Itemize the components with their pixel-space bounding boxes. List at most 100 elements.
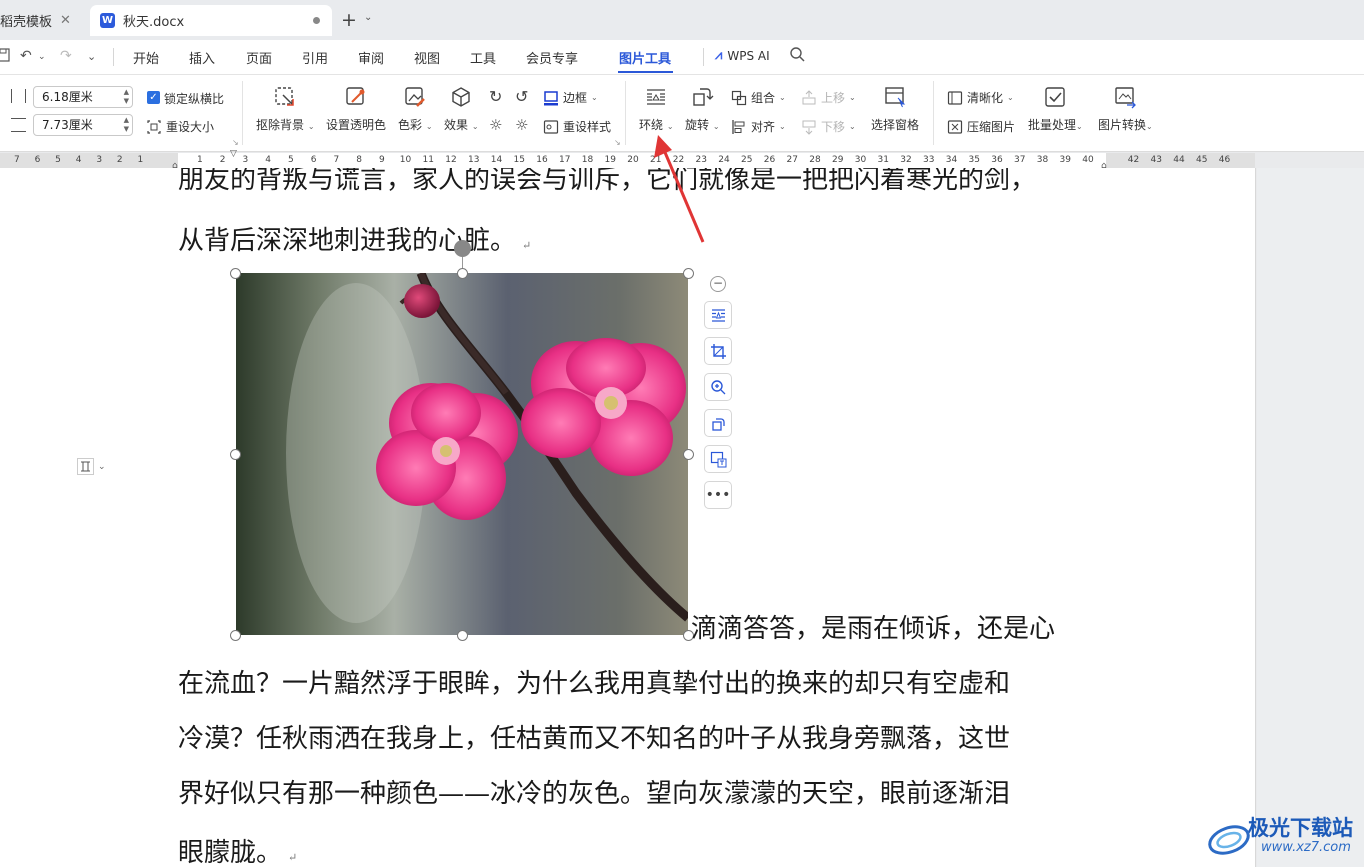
unsaved-dot-icon[interactable]	[313, 17, 320, 24]
more-options-button[interactable]: •••	[704, 481, 732, 509]
sharpen-button[interactable]: 清晰化 ⌄	[947, 89, 1014, 106]
reset-size-button[interactable]: 重设大小	[146, 118, 214, 135]
resize-handle[interactable]	[230, 630, 241, 641]
layout-options-button[interactable]	[704, 301, 732, 329]
menu-review[interactable]: 审阅	[358, 48, 384, 67]
sharpen-icon	[947, 90, 963, 105]
paragraph-mark-icon: ↵	[288, 851, 298, 864]
ruler-number: 3	[242, 155, 249, 165]
save-icon[interactable]	[0, 48, 10, 66]
document-page[interactable]: 朋友的背叛与谎言，家人的误会与训斥，它们就像是一把把闪着寒光的剑， 从背后深深地…	[0, 168, 1256, 867]
ruler-number: 19	[604, 155, 616, 165]
ruler-number: 16	[536, 155, 548, 165]
resize-handle[interactable]	[457, 268, 468, 279]
menu-picture-tools[interactable]: 图片工具	[619, 48, 671, 67]
paragraph-line: 在流血？一片黯然浮于眼眸，为什么我用真挚付出的换来的却只有空虚和	[178, 669, 1011, 699]
border-button[interactable]: 边框 ⌄	[543, 89, 598, 106]
selected-picture[interactable]	[236, 273, 688, 635]
menu-page[interactable]: 页面	[246, 48, 272, 67]
tab-label: 秋天.docx	[123, 15, 185, 30]
align-button[interactable]: 对齐 ⌄	[731, 118, 786, 135]
ruler-left-numbers: 7 6 5 4 3 2 1	[14, 155, 144, 165]
brightness-down-icon[interactable]: ☼	[489, 116, 502, 134]
wrap-text-button[interactable]: 环绕 ⌄	[639, 85, 674, 133]
new-tab-button[interactable]: +	[341, 10, 357, 30]
ruler-number: 7	[333, 155, 340, 165]
width-field[interactable]: 6.18厘米 ▲ ▼	[33, 86, 133, 108]
batch-process-button[interactable]: 批量处理⌄	[1028, 85, 1083, 133]
ruler-number: 44	[1173, 155, 1185, 165]
wps-ai-button[interactable]: ⩘ WPS AI	[715, 48, 770, 63]
group-button[interactable]: 组合 ⌄	[731, 89, 786, 106]
spinner-icon[interactable]: ▲ ▼	[124, 88, 129, 106]
resize-handle[interactable]	[683, 449, 694, 460]
send-backward-button[interactable]: 下移 ⌄	[801, 118, 856, 135]
resize-handle[interactable]	[683, 268, 694, 279]
dialog-launcher-icon[interactable]: ↘	[232, 138, 239, 147]
height-field[interactable]: 7.73厘米 ▲ ▼	[33, 114, 133, 136]
first-line-indent-marker[interactable]: ▽	[230, 149, 237, 159]
contrast-down-icon[interactable]: ☼	[515, 116, 528, 134]
zoom-preview-button[interactable]	[704, 373, 732, 401]
resize-handle[interactable]	[457, 630, 468, 641]
ruler-number: 25	[741, 155, 753, 165]
tab-docer-templates[interactable]: 稻壳模板 ✕	[0, 5, 86, 36]
divider	[242, 81, 243, 145]
dialog-launcher-icon[interactable]: ↘	[614, 138, 621, 147]
effects-button[interactable]: 效果 ⌄	[444, 85, 479, 133]
compress-button[interactable]: 压缩图片	[947, 118, 1015, 135]
menu-references[interactable]: 引用	[302, 48, 328, 67]
rotate-icon	[711, 417, 725, 431]
paragraph-line: 从背后深深地刺进我的心脏。 ↵	[178, 226, 532, 256]
ruler-number: 13	[468, 155, 480, 165]
reset-style-button[interactable]: 重设样式	[543, 118, 611, 135]
collapse-toolbar-button[interactable]: −	[710, 276, 726, 292]
selection-pane-button[interactable]: 选择窗格	[871, 85, 919, 133]
lock-ratio-checkbox[interactable]: ✓	[147, 91, 160, 104]
more-chevron-icon[interactable]: ⌄	[87, 50, 96, 63]
tab-label: 稻壳模板	[0, 15, 53, 30]
width-icon	[11, 89, 26, 103]
picture-convert-button[interactable]: 图片转换⌄	[1098, 85, 1153, 133]
chevron-down-icon[interactable]: ⌄	[38, 52, 46, 62]
remove-background-button[interactable]: 抠除背景 ⌄	[256, 85, 315, 133]
paragraph-line: 冷漠？任秋雨洒在我身上，任枯黄而又不知名的叶子从我身旁飘落，这世	[178, 724, 1011, 754]
picture-tools-ribbon: 6.18厘米 ▲ ▼ 7.73厘米 ▲ ▼ ✓ 锁定纵横比 重设大小 ↘ 抠除背景 …	[0, 74, 1364, 152]
color-button[interactable]: 色彩 ⌄	[398, 85, 433, 133]
contrast-up-icon[interactable]: ↺	[515, 87, 528, 106]
menu-home[interactable]: 开始	[133, 48, 159, 67]
horizontal-ruler[interactable]: 7 6 5 4 3 2 1 1 2 3 4 5 6 7 8 9 10 11 12 13 14 15 16 17 1…	[0, 149, 1255, 171]
paragraph-line: 朋友的背叛与谎言，家人的误会与训斥，它们就像是一把把闪着寒光的剑，	[178, 168, 1037, 195]
spinner-icon[interactable]: ▲ ▼	[124, 116, 129, 134]
bring-forward-button[interactable]: 上移 ⌄	[801, 89, 856, 106]
chevron-down-icon[interactable]: ⌄	[364, 12, 372, 23]
scrollbar-area[interactable]	[1257, 168, 1364, 867]
set-transparent-button[interactable]: 设置透明色	[326, 85, 386, 133]
resize-handle[interactable]	[230, 268, 241, 279]
ruler-number: 30	[854, 155, 867, 165]
resize-handle[interactable]	[230, 449, 241, 460]
rotate-left-button[interactable]	[704, 409, 732, 437]
more-icon: •••	[705, 487, 731, 503]
crop-button[interactable]	[704, 337, 732, 365]
ruler-number: 34	[945, 155, 958, 165]
rotate-button[interactable]: 旋转 ⌄	[685, 85, 720, 133]
menu-member[interactable]: 会员专享	[526, 48, 578, 67]
menu-insert[interactable]: 插入	[189, 48, 215, 67]
transparent-color-icon	[346, 87, 365, 105]
paragraph-layout-button[interactable]: ⌄	[77, 458, 106, 475]
menu-view[interactable]: 视图	[414, 48, 440, 67]
reset-size-icon	[147, 119, 161, 134]
menu-tools[interactable]: 工具	[470, 48, 496, 67]
search-icon[interactable]	[789, 46, 806, 67]
ruler-number: 5	[288, 155, 294, 165]
undo-icon[interactable]: ↶	[20, 48, 32, 64]
redo-icon[interactable]: ↷	[60, 48, 72, 64]
chevron-down-icon[interactable]: ⌄	[98, 462, 106, 472]
brightness-up-icon[interactable]: ↻	[489, 87, 502, 106]
tab-document[interactable]: W 秋天.docx	[90, 5, 332, 36]
paragraph-line: 界好似只有那一种颜色——冰冷的灰色。望向灰濛濛的天空，眼前逐渐泪	[178, 779, 1011, 809]
rotate-handle-icon[interactable]	[454, 240, 471, 257]
close-icon[interactable]: ✕	[60, 13, 71, 28]
picture-to-text-button[interactable]	[704, 445, 732, 473]
